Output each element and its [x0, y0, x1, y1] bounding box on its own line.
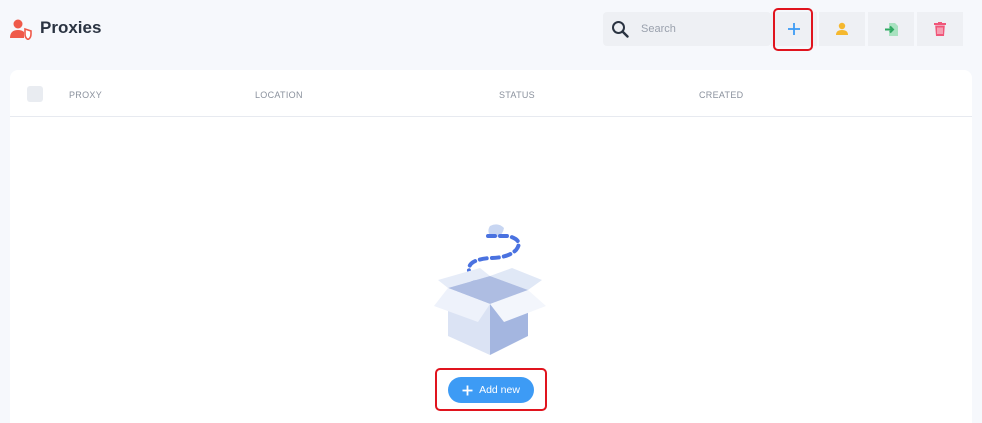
page-header: Proxies	[0, 0, 982, 58]
import-button[interactable]	[868, 12, 914, 46]
user-icon	[836, 22, 848, 35]
open-box-icon	[434, 224, 546, 355]
column-header-created[interactable]: CREATED	[699, 90, 743, 100]
column-header-status[interactable]: STATUS	[499, 90, 535, 100]
table-header: PROXY LOCATION STATUS CREATED	[10, 70, 972, 117]
delete-button[interactable]	[917, 12, 963, 46]
page-title: Proxies	[40, 18, 102, 37]
search-input[interactable]	[633, 12, 765, 46]
search-icon	[612, 21, 629, 38]
column-header-location[interactable]: LOCATION	[255, 90, 303, 100]
column-header-proxy[interactable]: PROXY	[69, 90, 102, 100]
add-new-label: Add new	[479, 384, 520, 396]
plus-icon	[788, 23, 800, 35]
user-shield-icon	[10, 19, 32, 40]
plus-icon	[462, 385, 473, 395]
user-button[interactable]	[819, 12, 865, 46]
add-new-button[interactable]: Add new	[448, 377, 534, 403]
trash-icon	[934, 22, 946, 36]
add-proxy-button[interactable]	[771, 12, 817, 46]
file-import-icon	[884, 22, 898, 36]
select-all-checkbox[interactable]	[27, 86, 43, 102]
search-box[interactable]	[603, 12, 771, 46]
